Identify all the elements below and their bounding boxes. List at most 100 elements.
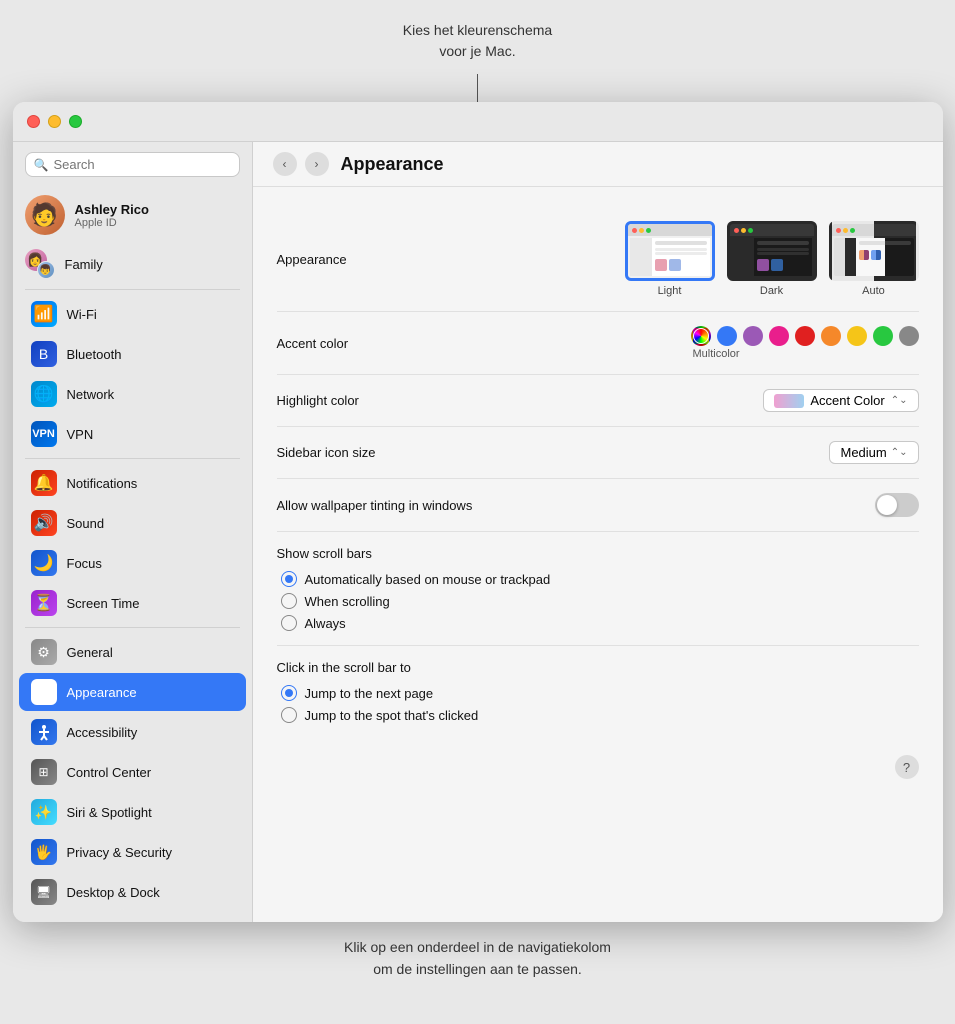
annotation-top-line2: voor je Mac. (403, 41, 552, 62)
mini-window-light (628, 224, 712, 278)
sidebar-item-screentime[interactable]: ⏳ Screen Time (19, 584, 246, 622)
accent-colors (691, 326, 919, 346)
sidebar-item-general[interactable]: ⚙ General (19, 633, 246, 671)
sidebar-item-siri[interactable]: ✨ Siri & Spotlight (19, 793, 246, 831)
mini-titlebar-dark (730, 224, 814, 236)
accent-color-label: Accent color (277, 336, 457, 351)
sidebar-item-controlcenter[interactable]: ⊞ Control Center (19, 753, 246, 791)
mini-main-light (652, 238, 710, 276)
appearance-row: Appearance (277, 207, 919, 312)
click-nextpage-option[interactable]: Jump to the next page (281, 685, 919, 701)
annotation-bottom-line2: om de instellingen aan te passen. (373, 961, 582, 977)
highlight-color-label: Highlight color (277, 393, 457, 408)
main-panel: ‹ › Appearance Appearance (253, 142, 943, 922)
scroll-auto-label: Automatically based on mouse or trackpad (305, 572, 551, 587)
appearance-thumb-dark[interactable] (727, 221, 817, 281)
sidebar-item-accessibility[interactable]: Accessibility (19, 713, 246, 751)
accent-dot-pink[interactable] (769, 326, 789, 346)
mini-titlebar-light (628, 224, 712, 236)
appearance-option-light[interactable]: Light (625, 221, 715, 297)
maximize-button[interactable] (69, 115, 82, 128)
accent-dot-purple[interactable] (743, 326, 763, 346)
sidebar-item-desktop-label: Desktop & Dock (67, 885, 160, 900)
sidebar-item-appearance[interactable]: Appearance (19, 673, 246, 711)
sidebar-item-privacy-label: Privacy & Security (67, 845, 172, 860)
wifi-icon: 📶 (31, 301, 57, 327)
sidebar-item-focus-label: Focus (67, 556, 102, 571)
sidebar-item-desktop[interactable]: 🖥 Desktop & Dock (19, 873, 246, 911)
highlight-color-dropdown[interactable]: Accent Color ⌃⌄ (763, 389, 918, 412)
accent-option-multicolor[interactable] (691, 326, 711, 346)
accent-dot-graphite[interactable] (899, 326, 919, 346)
accent-color-controls: Multicolor (691, 326, 919, 360)
mini-dot-red-d (734, 228, 739, 233)
focus-icon: 🌙 (31, 550, 57, 576)
scroll-scrolling-option[interactable]: When scrolling (281, 593, 919, 609)
sidebar-item-privacy[interactable]: 🖐 Privacy & Security (19, 833, 246, 871)
scroll-bars-section: Show scroll bars Automatically based on … (277, 532, 919, 646)
scroll-always-option[interactable]: Always (281, 615, 919, 631)
minimize-button[interactable] (48, 115, 61, 128)
accent-dot-yellow[interactable] (847, 326, 867, 346)
click-nextpage-radio[interactable] (281, 685, 297, 701)
sidebar-divider-1 (25, 289, 240, 290)
scroll-always-label: Always (305, 616, 346, 631)
mini-dot-yellow (639, 228, 644, 233)
panel-content: Appearance (253, 187, 943, 799)
siri-icon: ✨ (31, 799, 57, 825)
sidebar-item-wifi[interactable]: 📶 Wi-Fi (19, 295, 246, 333)
sidebar-item-vpn[interactable]: VPN VPN (19, 415, 246, 453)
scroll-scrolling-radio[interactable] (281, 593, 297, 609)
controlcenter-icon: ⊞ (31, 759, 57, 785)
profile-name: Ashley Rico (75, 202, 149, 217)
sidebar-item-family[interactable]: 👩 👦 Family (13, 243, 252, 285)
wallpaper-tinting-controls (875, 493, 919, 517)
search-bar[interactable]: 🔍 (25, 152, 240, 177)
scroll-auto-option[interactable]: Automatically based on mouse or trackpad (281, 571, 919, 587)
search-input[interactable] (53, 157, 230, 172)
accent-color-row: Accent color (277, 312, 919, 375)
wallpaper-tinting-toggle[interactable] (875, 493, 919, 517)
scroll-auto-radio[interactable] (281, 571, 297, 587)
close-button[interactable] (27, 115, 40, 128)
appearance-option-auto[interactable]: Auto (829, 221, 919, 297)
mini-dot-yellow-d (741, 228, 746, 233)
sidebar-item-vpn-label: VPN (67, 427, 94, 442)
sidebar-item-focus[interactable]: 🌙 Focus (19, 544, 246, 582)
sidebar-item-notifications[interactable]: 🔔 Notifications (19, 464, 246, 502)
sidebar-item-sound-label: Sound (67, 516, 105, 531)
click-scroll-label: Click in the scroll bar to (277, 660, 919, 675)
mini-dot-yellow-a (843, 228, 848, 233)
help-button[interactable]: ? (895, 755, 919, 779)
click-spot-option[interactable]: Jump to the spot that's clicked (281, 707, 919, 723)
appearance-icon (31, 679, 57, 705)
appearance-option-dark[interactable]: Dark (727, 221, 817, 297)
highlight-color-row: Highlight color Accent Color ⌃⌄ (277, 375, 919, 427)
forward-button[interactable]: › (305, 152, 329, 176)
accent-dot-multicolor[interactable] (691, 326, 711, 346)
accent-dot-orange[interactable] (821, 326, 841, 346)
sidebar-item-bluetooth[interactable]: B Bluetooth (19, 335, 246, 373)
sidebar-item-sound[interactable]: 🔊 Sound (19, 504, 246, 542)
sidebar-icon-size-arrow: ⌃⌄ (891, 447, 908, 458)
scroll-bars-options: Automatically based on mouse or trackpad… (277, 571, 919, 631)
sidebar-item-network[interactable]: 🌐 Network (19, 375, 246, 413)
scroll-always-radio[interactable] (281, 615, 297, 631)
mini-dot-green (646, 228, 651, 233)
callout-line (477, 74, 478, 102)
sidebar-icon-size-dropdown[interactable]: Medium ⌃⌄ (829, 441, 918, 464)
accent-dot-green[interactable] (873, 326, 893, 346)
sidebar-divider-3 (25, 627, 240, 628)
accent-dot-red[interactable] (795, 326, 815, 346)
click-spot-radio[interactable] (281, 707, 297, 723)
profile-section[interactable]: 🧑 Ashley Rico Apple ID (13, 187, 252, 243)
back-button[interactable]: ‹ (273, 152, 297, 176)
annotation-top-line1: Kies het kleurenschema (403, 20, 552, 41)
accent-dot-blue[interactable] (717, 326, 737, 346)
sidebar-item-notifications-label: Notifications (67, 476, 138, 491)
appearance-thumb-light[interactable] (625, 221, 715, 281)
appearance-thumb-auto[interactable] (829, 221, 919, 281)
system-preferences-window: 🔍 🧑 Ashley Rico Apple ID 👩 👦 Fa (13, 102, 943, 922)
click-nextpage-radio-inner (285, 689, 293, 697)
profile-subtitle: Apple ID (75, 217, 149, 229)
